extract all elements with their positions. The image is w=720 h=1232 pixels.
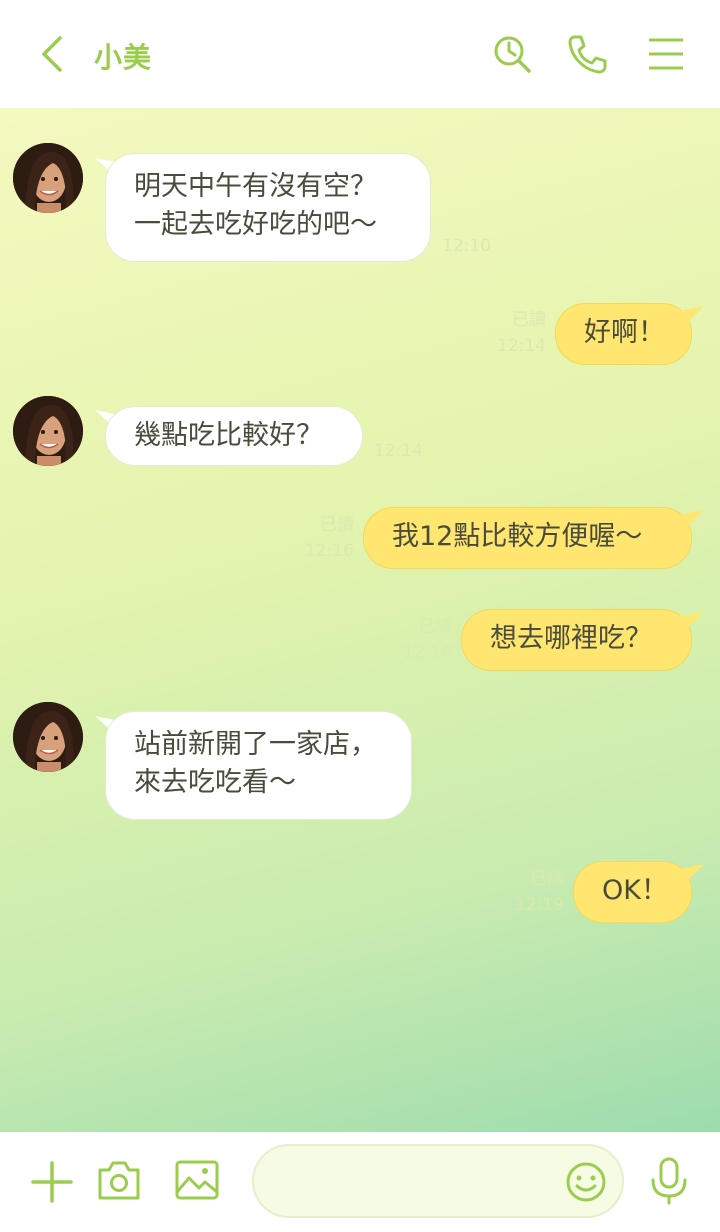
message-text: 來去吃吃看～ <box>134 767 296 798</box>
message-meta: 已讀 12:19 <box>508 866 564 918</box>
bubble-tail <box>674 612 704 634</box>
message-bubble-incoming[interactable]: 幾點吃比較好？ <box>105 406 363 466</box>
microphone-icon[interactable] <box>648 1156 690 1206</box>
message-text: OK！ <box>602 875 668 906</box>
message-timestamp: 12:10 <box>442 236 491 256</box>
read-receipt: 已讀 <box>418 617 452 637</box>
chat-message-area[interactable]: 明天中午有沒有空？ 一起去吃好吃的吧～ 12:10 已讀 12:14 好啊！ 幾… <box>0 108 720 1132</box>
read-receipt: 已讀 <box>530 869 564 889</box>
plus-icon[interactable] <box>30 1160 74 1204</box>
contact-avatar[interactable] <box>13 396 83 466</box>
message-text: 一起去吃好吃的吧～ <box>134 209 377 240</box>
bubble-tail <box>674 510 704 532</box>
back-chevron-icon[interactable] <box>36 32 72 76</box>
message-bubble-incoming[interactable]: 明天中午有沒有空？ 一起去吃好吃的吧～ <box>105 153 431 262</box>
message-meta: 已讀 12:14 <box>490 307 546 359</box>
message-text: 站前新開了一家店， <box>134 729 377 760</box>
contact-name[interactable]: 小美 <box>94 36 152 76</box>
message-text: 好啊！ <box>584 317 665 348</box>
message-bubble-incoming[interactable]: 站前新開了一家店， 來去吃吃看～ <box>105 711 412 820</box>
message-text: 明天中午有沒有空？ <box>134 171 377 202</box>
contact-avatar[interactable] <box>13 702 83 772</box>
message-timestamp: 12:16 <box>305 541 354 561</box>
emoji-icon[interactable] <box>564 1160 608 1204</box>
phone-icon[interactable] <box>565 32 609 76</box>
read-receipt: 已讀 <box>512 310 546 330</box>
read-receipt: 已讀 <box>320 515 354 535</box>
message-meta: 已讀 12:16 <box>298 512 354 564</box>
message-timestamp: 12:19 <box>515 895 564 915</box>
message-bubble-outgoing[interactable]: 我12點比較方便喔～ <box>363 507 692 569</box>
message-text: 想去哪裡吃？ <box>490 623 652 654</box>
message-input-field[interactable] <box>252 1144 624 1218</box>
message-timestamp: 12:14 <box>497 336 546 356</box>
search-clock-icon[interactable] <box>490 32 534 76</box>
message-text: 我12點比較方便喔～ <box>392 521 643 552</box>
contact-avatar[interactable] <box>13 143 83 213</box>
message-meta: 已讀 12:16 <box>396 614 452 666</box>
message-bubble-outgoing[interactable]: 想去哪裡吃？ <box>461 609 692 671</box>
menu-icon[interactable] <box>644 32 688 76</box>
message-timestamp: 12:16 <box>403 643 452 663</box>
image-icon[interactable] <box>174 1158 220 1202</box>
message-text: 幾點吃比較好？ <box>134 420 323 451</box>
message-input-bar <box>0 1132 720 1232</box>
message-timestamp: 12:19 <box>423 794 472 814</box>
chat-header: 小美 <box>0 0 720 108</box>
bubble-tail <box>674 306 704 328</box>
bubble-tail <box>674 864 704 886</box>
message-timestamp: 12:14 <box>374 441 423 461</box>
camera-icon[interactable] <box>96 1158 142 1202</box>
